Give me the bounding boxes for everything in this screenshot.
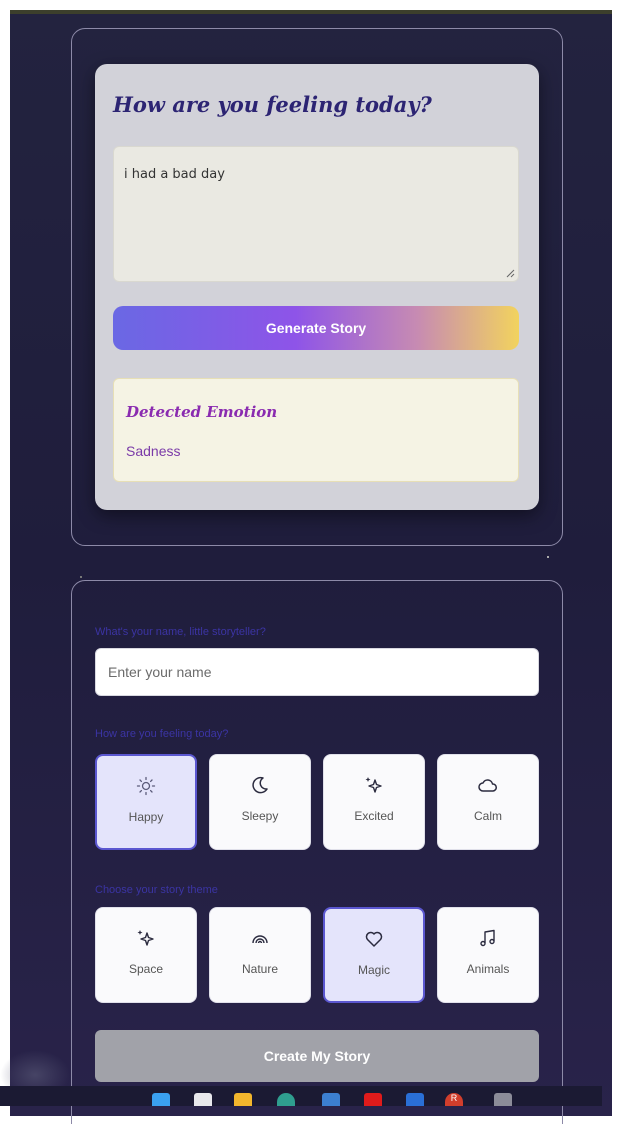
detected-emotion-box: Detected Emotion Sadness <box>113 378 519 482</box>
music-note-icon <box>480 929 495 947</box>
mood-option-happy[interactable]: Happy <box>95 754 197 850</box>
mood-option-label: Happy <box>128 810 164 824</box>
youtube-icon[interactable] <box>364 1093 382 1106</box>
resize-handle-icon[interactable] <box>506 269 515 278</box>
theme-option-label: Magic <box>357 963 390 977</box>
chrome-profile-icon[interactable]: R <box>445 1093 463 1106</box>
edge-browser-icon[interactable] <box>277 1093 295 1106</box>
mood-option-excited[interactable]: Excited <box>323 754 425 850</box>
mood-option-sleepy[interactable]: Sleepy <box>209 754 311 850</box>
theme-option-animals[interactable]: Animals <box>437 907 539 1003</box>
theme-option-space[interactable]: Space <box>95 907 197 1003</box>
cloud-icon <box>478 779 497 792</box>
create-my-story-button[interactable]: Create My Story <box>95 1030 539 1082</box>
detected-emotion-title: Detected Emotion <box>126 403 278 421</box>
feeling-card: How are you feeling today? i had a bad d… <box>95 64 539 510</box>
theme-option-label: Nature <box>241 962 279 976</box>
theme-option-label: Animals <box>466 962 510 976</box>
theme-option-label: Space <box>128 962 164 976</box>
sparkles-icon <box>137 930 154 946</box>
feeling-card-title: How are you feeling today? <box>113 92 432 117</box>
theme-option-nature[interactable]: Nature <box>209 907 311 1003</box>
sparkles-icon <box>365 777 382 793</box>
sun-icon <box>136 776 156 796</box>
mood-option-label: Sleepy <box>241 809 279 823</box>
feeling-textarea[interactable]: i had a bad day <box>113 146 519 282</box>
app-icon[interactable] <box>406 1093 424 1106</box>
theme-option-magic[interactable]: Magic <box>323 907 425 1003</box>
mood-option-calm[interactable]: Calm <box>437 754 539 850</box>
folder-icon[interactable] <box>234 1093 252 1106</box>
settings-gear-icon[interactable] <box>494 1093 512 1106</box>
detected-emotion-value: Sadness <box>126 443 181 459</box>
moon-icon <box>252 776 268 794</box>
feeling-text: i had a bad day <box>124 167 225 182</box>
stray-dot <box>80 576 82 578</box>
generate-story-button[interactable]: Generate Story <box>113 306 519 350</box>
top-edge <box>10 10 612 14</box>
theme-label: Choose your story theme <box>95 884 218 896</box>
name-label: What's your name, little storyteller? <box>95 626 266 638</box>
name-input[interactable] <box>95 648 539 696</box>
mood-label: How are you feeling today? <box>95 728 229 740</box>
stray-dot <box>547 556 549 558</box>
windows-start-icon[interactable] <box>152 1093 170 1106</box>
heart-icon <box>365 931 383 947</box>
file-icon[interactable] <box>194 1093 212 1106</box>
store-icon[interactable] <box>322 1093 340 1106</box>
rainbow-icon <box>252 935 268 944</box>
mood-option-label: Calm <box>473 809 502 823</box>
mood-option-label: Excited <box>354 809 394 823</box>
